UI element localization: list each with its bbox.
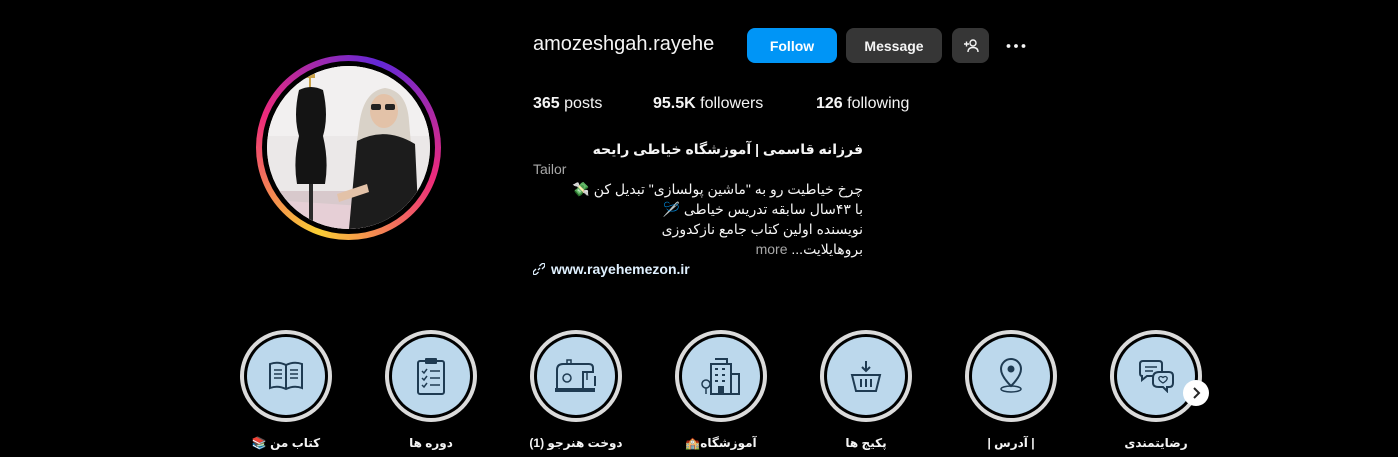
- building-icon: [701, 358, 740, 395]
- suggest-users-button[interactable]: [952, 28, 989, 63]
- highlight-packages[interactable]: [820, 330, 912, 422]
- more-options-button[interactable]: [1000, 28, 1032, 63]
- posts-count: 365: [533, 95, 560, 112]
- sewing-machine-icon: [555, 359, 596, 392]
- chevron-right-icon: [1193, 387, 1201, 399]
- chat-heart-icon: [1139, 360, 1174, 393]
- profile-full-name: فرزانه قاسمی | آموزشگاه خیاطی رایحه: [592, 141, 863, 157]
- bio-more-link[interactable]: more: [756, 241, 788, 257]
- highlight-label-satisfaction: رضایتمندی: [1124, 436, 1188, 450]
- highlight-label-address: | آدرس |: [987, 436, 1035, 450]
- avatar-photo-illustration: [267, 66, 430, 229]
- highlight-cover: [537, 337, 615, 415]
- highlight-address[interactable]: [965, 330, 1057, 422]
- following-stat[interactable]: 126 following: [816, 95, 909, 113]
- highlight-cover: [392, 337, 470, 415]
- bio-line-2: با ۴۳سال سابقه تدریس خیاطی 🪡: [662, 201, 863, 217]
- highlight-label-institute: آموزشگاه🏫: [685, 436, 757, 450]
- book-icon: [269, 361, 303, 391]
- highlight-cover: [247, 337, 325, 415]
- highlight-cover: [972, 337, 1050, 415]
- website-url: www.rayehemezon.ir: [551, 261, 690, 277]
- follow-button[interactable]: Follow: [747, 28, 837, 63]
- add-user-icon: [963, 38, 979, 52]
- posts-label: posts: [564, 95, 603, 112]
- clipboard-checklist-icon: [417, 358, 445, 395]
- username: amozeshgah.rayehe: [533, 33, 715, 55]
- bio-website-link[interactable]: www.rayehemezon.ir: [533, 259, 863, 279]
- bio-line-1: چرخ خیاطیت رو به "ماشین پولسازی" تبدیل ک…: [572, 181, 863, 197]
- bio-line-3: نویسنده اولین کتاب جامع نازکدوزی: [661, 221, 863, 237]
- followers-count: 95.5K: [653, 95, 696, 112]
- followers-stat[interactable]: 95.5K followers: [653, 95, 763, 113]
- highlight-institute[interactable]: [675, 330, 767, 422]
- followers-label: followers: [700, 95, 764, 112]
- bio-line-4: بروهایلایت...: [791, 241, 863, 257]
- following-label: following: [847, 95, 910, 112]
- highlight-student-sewing[interactable]: [530, 330, 622, 422]
- highlight-label-packages: پکیج ها: [845, 436, 887, 450]
- highlight-cover: [1117, 337, 1195, 415]
- avatar-inner: [262, 61, 435, 234]
- highlight-satisfaction[interactable]: [1110, 330, 1202, 422]
- profile-category: Tailor: [533, 161, 567, 177]
- basket-icon: [850, 361, 882, 392]
- following-count: 126: [816, 95, 843, 112]
- profile-avatar-ring[interactable]: [256, 55, 441, 240]
- highlights-next-button[interactable]: [1183, 380, 1209, 406]
- highlight-courses[interactable]: [385, 330, 477, 422]
- highlight-label-student-sewing: دوخت هنرجو (1): [529, 436, 623, 450]
- highlight-cover: [682, 337, 760, 415]
- link-icon: [533, 263, 545, 275]
- highlight-label-my-book: کتاب من 📚: [251, 436, 321, 450]
- location-pin-icon: [999, 358, 1023, 393]
- profile-bio: فرزانه قاسمی | آموزشگاه خیاطی رایحه Tail…: [533, 139, 863, 279]
- more-options-icon: [1006, 43, 1026, 48]
- highlight-cover: [827, 337, 905, 415]
- message-button[interactable]: Message: [846, 28, 942, 63]
- bio-line-4-row: بروهایلایت... more: [533, 239, 863, 259]
- avatar[interactable]: [267, 66, 430, 229]
- posts-stat: 365 posts: [533, 95, 602, 113]
- highlight-label-courses: دوره ها: [409, 436, 453, 450]
- highlight-my-book[interactable]: [240, 330, 332, 422]
